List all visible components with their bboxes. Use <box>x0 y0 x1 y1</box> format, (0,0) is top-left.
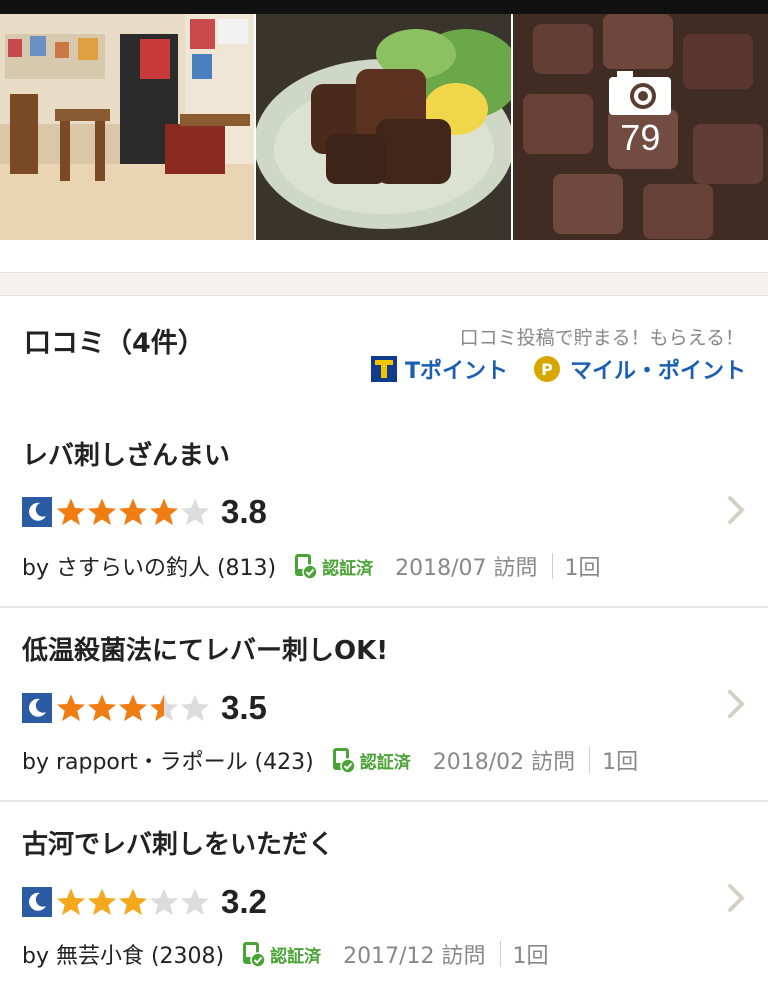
verified-label: 認証済 <box>359 752 411 773</box>
rating-row: 3.8 <box>22 493 267 531</box>
star-icon <box>181 498 209 525</box>
verified-label: 認証済 <box>270 946 322 967</box>
star-icon <box>57 498 85 525</box>
reviewer-name[interactable]: by 無芸小食 (2308) <box>22 938 224 970</box>
review-title[interactable]: 低温殺菌法にてレバー刺しOK! <box>22 630 388 667</box>
rating-score: 3.5 <box>221 689 267 726</box>
meta-separator <box>551 553 553 579</box>
star-icon <box>119 888 147 915</box>
reviewer-name[interactable]: by さすらいの釣人 (813) <box>22 550 276 582</box>
reviews-header: 口コミ（4件） 口コミ投稿で貯まる！もらえる！ Tポイント P マイル・ポイント <box>0 295 768 395</box>
review-title[interactable]: 古河でレバ刺しをいただく <box>22 824 334 861</box>
star-icon <box>88 694 116 721</box>
photo-strip: 79 <box>0 14 768 240</box>
review-item[interactable]: 低温殺菌法にてレバー刺しOK! 3.5 by rapport・ラポール (423… <box>0 608 768 800</box>
star-icon <box>181 694 209 721</box>
meta-separator <box>499 941 501 967</box>
star-icon <box>88 888 116 915</box>
review-item[interactable]: レバ刺しざんまい 3.8 by さすらいの釣人 (813) 認証済 2018/0… <box>0 395 768 606</box>
food-dish-photo[interactable] <box>256 14 511 240</box>
dinner-moon-icon <box>22 693 52 723</box>
star-icon <box>57 694 85 721</box>
chevron-right-icon[interactable] <box>726 689 746 719</box>
grilled-skewers-photo[interactable]: 79 <box>512 14 768 240</box>
promo-text: 口コミ投稿で貯まる！もらえる！ <box>459 327 744 349</box>
p-point-icon: P <box>533 356 560 382</box>
visit-date: 2018/02 訪問 <box>432 750 576 775</box>
review-meta: by さすらいの釣人 (813) 認証済 2018/07 訪問 1回 <box>22 550 601 582</box>
review-meta: by 無芸小食 (2308) 認証済 2017/12 訪問 1回 <box>22 938 549 970</box>
review-item[interactable]: 古河でレバ刺しをいただく 3.2 by 無芸小食 (2308) 認証済 2017… <box>0 802 768 983</box>
star-icon <box>150 694 178 721</box>
rating-score: 3.8 <box>221 493 267 530</box>
photo-count: 79 <box>620 117 661 158</box>
star-icon <box>150 498 178 525</box>
t-point-icon <box>370 356 397 382</box>
visit-date: 2018/07 訪問 <box>395 556 538 581</box>
rating-row: 3.2 <box>22 883 267 921</box>
chevron-right-icon[interactable] <box>726 883 746 913</box>
star-icon <box>150 888 178 915</box>
visit-count: 1回 <box>512 944 549 969</box>
star-icon <box>57 888 85 915</box>
verified-label: 認証済 <box>322 558 374 579</box>
verified-badge: 認証済 <box>294 553 373 579</box>
visit-count: 1回 <box>602 750 639 775</box>
rating-row: 3.5 <box>22 689 267 727</box>
camera-icon <box>609 71 672 115</box>
visit-date: 2017/12 訪問 <box>343 944 486 969</box>
review-meta: by rapport・ラポール (423) 認証済 2018/02 訪問 1回 <box>22 744 638 776</box>
photo-count-overlay[interactable]: 79 <box>513 69 768 159</box>
reviews-title: 口コミ（4件） <box>24 328 205 359</box>
section-separator <box>0 272 768 296</box>
star-icon <box>119 498 147 525</box>
visit-count: 1回 <box>564 556 601 581</box>
mile-point-link[interactable]: マイル・ポイント <box>570 353 746 385</box>
star-icon <box>119 694 147 721</box>
star-rating <box>56 887 211 917</box>
dinner-moon-icon <box>22 887 52 917</box>
star-icon <box>88 498 116 525</box>
rating-score: 3.2 <box>221 883 267 920</box>
star-rating <box>56 497 211 527</box>
reviewer-name[interactable]: by rapport・ラポール (423) <box>22 744 314 776</box>
t-point-link[interactable]: Tポイント <box>405 353 508 385</box>
chevron-right-icon[interactable] <box>726 495 746 525</box>
review-title[interactable]: レバ刺しざんまい <box>22 435 230 472</box>
verified-phone-icon <box>295 554 318 579</box>
status-bar <box>0 0 768 14</box>
star-icon <box>181 888 209 915</box>
star-rating <box>56 693 211 723</box>
dinner-moon-icon <box>22 497 52 527</box>
verified-phone-icon <box>243 942 266 967</box>
meta-separator <box>589 747 591 773</box>
restaurant-interior-photo[interactable] <box>0 14 255 240</box>
verified-badge: 認証済 <box>242 941 321 967</box>
verified-badge: 認証済 <box>332 747 411 773</box>
verified-phone-icon <box>332 748 356 773</box>
points-links: Tポイント P マイル・ポイント <box>370 353 746 385</box>
